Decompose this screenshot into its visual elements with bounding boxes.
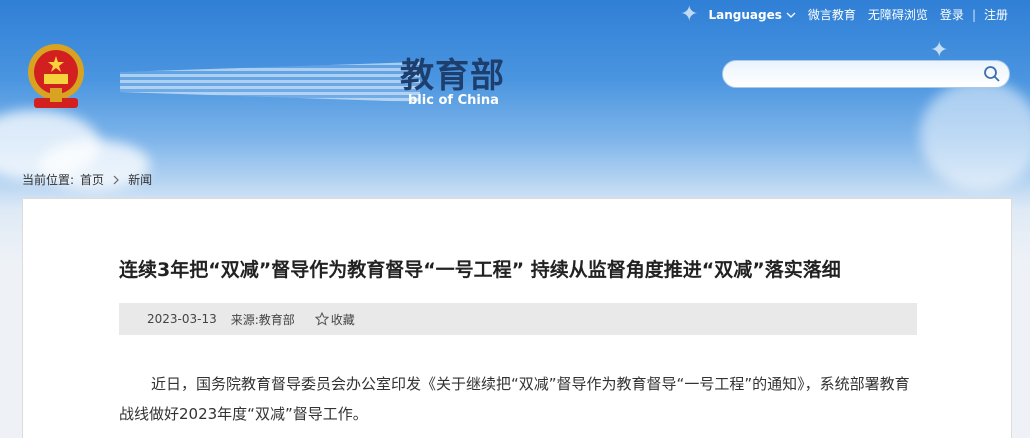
weibo-link[interactable]: 微言教育 — [802, 6, 862, 23]
register-link[interactable]: 注册 — [978, 6, 1014, 23]
chevron-down-icon — [786, 12, 796, 18]
publish-date: 2023-03-13 — [147, 312, 217, 326]
search-input[interactable] — [723, 61, 973, 87]
cloud-decoration — [920, 80, 1030, 190]
article-title: 连续3年把“双减”督导作为教育督导“一号工程” 持续从监督角度推进“双减”落实落… — [119, 259, 841, 281]
article-source: 来源:教育部 — [230, 312, 295, 327]
sparkle-decoration: ✦ — [680, 2, 699, 27]
breadcrumb-prefix: 当前位置: — [22, 173, 75, 187]
favorite-button[interactable]: 收藏 — [314, 311, 355, 328]
star-icon — [314, 312, 329, 326]
breadcrumb-current[interactable]: 新闻 — [128, 171, 152, 188]
search-icon[interactable] — [983, 65, 1001, 83]
article-paragraph: 近日，国务院教育督导委员会办公室印发《关于继续把“双减”督导作为教育督导“一号工… — [119, 375, 910, 423]
languages-label: Languages — [708, 7, 782, 22]
breadcrumb-home[interactable]: 首页 — [80, 171, 104, 188]
breadcrumb: 当前位置: 首页 新闻 — [22, 171, 152, 188]
ministry-logo-subtitle: blic of China — [408, 93, 499, 108]
national-emblem-icon[interactable] — [24, 42, 88, 114]
search-box — [722, 60, 1010, 88]
ministry-logo-text[interactable]: 教育部 — [400, 48, 505, 97]
divider: | — [971, 7, 976, 22]
logo-motion-streak — [120, 62, 420, 102]
top-utility-bar: Languages 微言教育 无障碍浏览 登录 | 注册 — [703, 6, 1015, 23]
accessible-browse-link[interactable]: 无障碍浏览 — [862, 6, 934, 23]
article-card: 连续3年把“双减”督导作为教育督导“一号工程” 持续从监督角度推进“双减”落实落… — [22, 198, 1012, 438]
article-meta-bar: 2023-03-13 来源:教育部 收藏 — [119, 303, 917, 335]
chevron-right-icon — [113, 175, 119, 184]
languages-menu[interactable]: Languages — [703, 8, 802, 22]
login-link[interactable]: 登录 — [934, 6, 970, 23]
favorite-label: 收藏 — [330, 312, 355, 327]
